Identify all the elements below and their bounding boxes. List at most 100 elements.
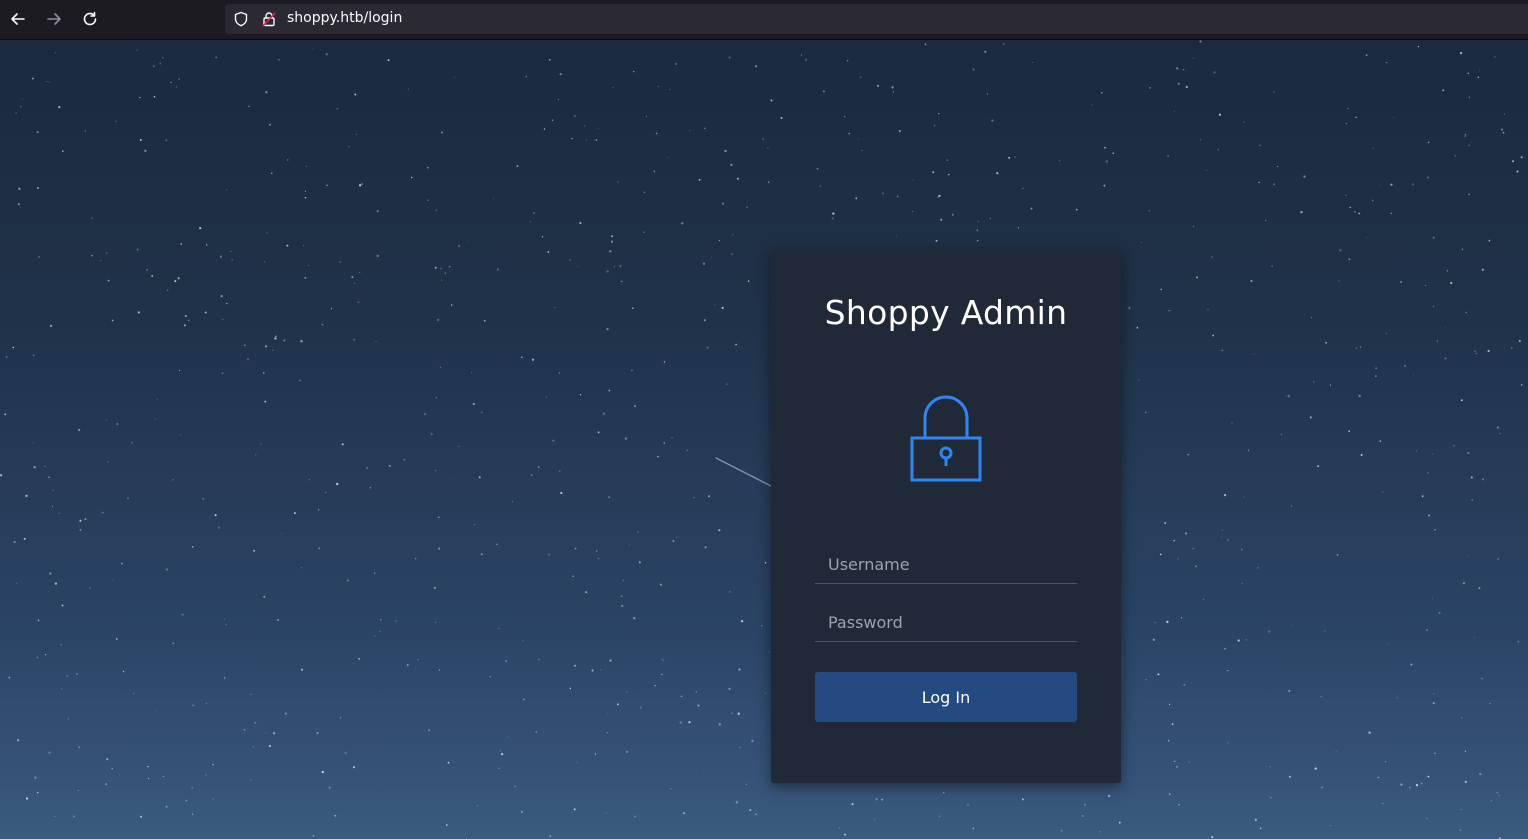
star-dot [1292,624,1293,626]
star-dot [1468,193,1470,196]
star-dot [625,691,628,693]
star-dot [1160,288,1162,291]
star-dot [354,93,357,96]
star-dot [1185,85,1188,89]
star-dot [663,361,666,363]
star-dot [231,259,233,261]
star-dot [855,197,858,200]
star-dot [1360,454,1363,456]
star-dot [376,210,379,213]
star-dot [740,620,744,623]
star-dot [316,732,319,734]
star-dot [1217,148,1219,151]
star-dot [1081,815,1084,817]
star-dot [32,77,34,80]
star-dot [376,254,379,258]
star-dot [361,182,364,186]
star-dot [1059,160,1060,161]
star-dot [633,70,635,73]
star-dot [121,562,123,565]
star-dot [454,76,455,78]
insecure-lock-icon[interactable] [261,11,277,27]
star-dot [541,236,544,238]
star-dot [380,619,382,621]
star-dot [191,813,194,815]
star-dot [204,311,207,314]
back-button[interactable] [3,4,33,34]
star-dot [1103,184,1106,187]
star-dot [471,372,473,374]
star-dot [1075,208,1078,211]
star-dot [747,280,750,282]
star-dot [832,212,835,215]
star-dot [638,561,641,564]
star-dot [607,713,609,715]
star-dot [32,442,34,444]
address-bar[interactable]: shoppy.htb/login [225,4,1528,34]
star-dot [730,163,733,167]
star-dot [1503,113,1505,115]
star-dot [79,519,82,522]
star-dot [1312,381,1315,383]
star-dot [407,88,409,90]
star-dot [205,774,208,776]
star-dot [1241,582,1243,585]
star-dot [25,494,28,498]
password-input[interactable] [815,604,1077,642]
star-dot [613,266,615,268]
star-dot [1168,309,1170,312]
star-dot [535,731,537,733]
star-dot [938,815,941,818]
star-dot [1432,453,1434,455]
url-text[interactable]: shoppy.htb/login [287,10,402,26]
star-dot [1477,76,1480,79]
star-dot [223,618,225,620]
star-dot [822,90,825,93]
star-dot [205,244,208,246]
star-dot [49,324,53,328]
star-dot [226,302,228,305]
star-dot [1140,242,1142,244]
star-dot [44,653,47,656]
star-dot [976,229,978,231]
star-dot [951,213,954,216]
star-dot [269,123,271,126]
shield-icon[interactable] [233,11,249,27]
star-dot [610,240,614,243]
star-dot [1259,144,1261,147]
star-dot [1348,258,1351,261]
star-dot [1325,342,1327,344]
star-dot [139,96,141,99]
star-dot [1444,327,1446,329]
star-dot [180,243,182,245]
star-dot [16,582,18,584]
star-dot [183,324,186,327]
star-dot [44,465,46,467]
login-button[interactable]: Log In [815,672,1077,722]
star-dot [1112,152,1114,155]
star-dot [634,815,636,818]
star-dot [846,59,849,62]
star-dot [21,98,23,100]
reload-button[interactable] [75,4,105,34]
star-dot [5,356,8,358]
star-dot [646,115,648,117]
star-dot [714,304,716,306]
star-dot [1254,818,1257,821]
star-dot [111,767,113,770]
star-dot [273,732,276,735]
star-dot [1206,170,1208,171]
star-dot [912,179,914,181]
star-dot [737,712,740,715]
star-dot [264,400,267,403]
star-dot [609,659,612,662]
star-dot [695,773,697,775]
star-dot [669,787,672,790]
star-dot [1280,433,1282,435]
star-dot [341,443,344,446]
forward-button[interactable] [39,4,69,34]
username-input[interactable] [815,546,1077,584]
star-dot [667,156,669,158]
star-dot [861,150,863,152]
star-dot [543,128,546,130]
